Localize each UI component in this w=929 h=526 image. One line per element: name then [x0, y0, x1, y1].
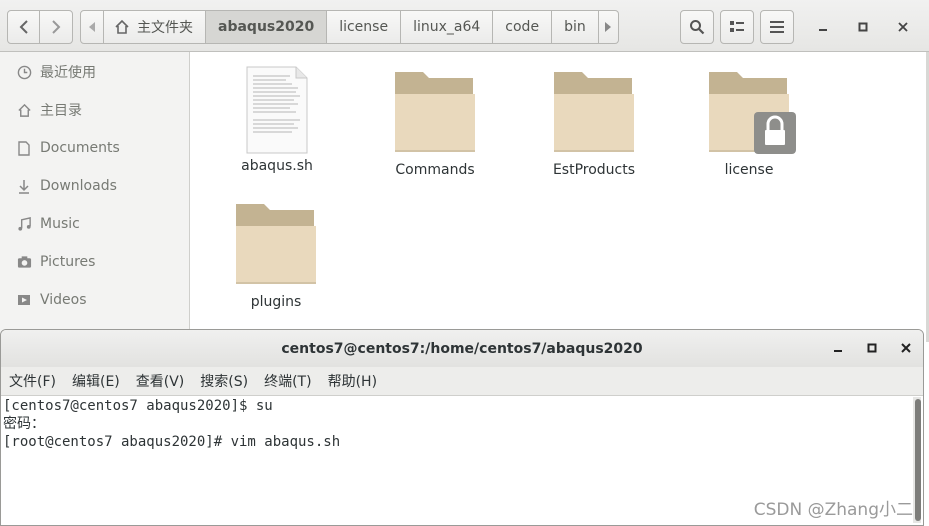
terminal-menubar: 文件(F) 编辑(E) 查看(V) 搜索(S) 终端(T) 帮助(H)	[1, 367, 923, 396]
sidebar-item-label: Documents	[40, 140, 120, 156]
locked-folder-icon	[709, 72, 796, 154]
minimize-button[interactable]	[810, 14, 836, 40]
breadcrumb-label: 主文件夹	[137, 20, 193, 36]
terminal-close-button[interactable]	[894, 336, 918, 360]
file-name: license	[724, 162, 774, 178]
folder-item-locked[interactable]: license	[693, 70, 813, 178]
breadcrumb-label: bin	[564, 19, 586, 35]
sidebar-item-label: Music	[40, 216, 80, 232]
maximize-icon	[867, 343, 877, 353]
music-icon	[16, 216, 32, 232]
terminal-line: [centos7@centos7 abaqus2020]$ su	[3, 398, 273, 414]
menu-terminal[interactable]: 终端(T)	[264, 371, 311, 391]
breadcrumb-label: abaqus2020	[218, 19, 315, 35]
folder-icon	[236, 204, 316, 284]
folder-item[interactable]: EstProducts	[534, 70, 654, 178]
sidebar-item-downloads[interactable]: Downloads	[0, 169, 189, 203]
home-icon	[115, 19, 129, 34]
terminal-scrollbar-thumb[interactable]	[915, 399, 921, 521]
download-icon	[16, 178, 32, 194]
breadcrumb-label: license	[339, 19, 389, 35]
file-item[interactable]: abaqus.sh	[217, 66, 337, 174]
breadcrumb-license[interactable]: license	[327, 10, 402, 44]
minimize-icon	[834, 350, 842, 352]
close-icon	[901, 343, 911, 353]
sidebar-item-label: Videos	[40, 292, 87, 308]
terminal-maximize-button[interactable]	[860, 336, 884, 360]
maximize-button[interactable]	[850, 14, 876, 40]
watermark: CSDN @Zhang小二	[753, 500, 913, 520]
terminal-title: centos7@centos7:/home/centos7/abaqus2020	[281, 340, 643, 357]
folder-item[interactable]: Commands	[375, 70, 495, 178]
view-toggle-button[interactable]	[720, 10, 754, 44]
sidebar-item-pictures[interactable]: Pictures	[0, 245, 189, 279]
maximize-icon	[858, 22, 868, 32]
breadcrumb-label: linux_a64	[413, 19, 481, 35]
breadcrumb-label: code	[505, 19, 540, 35]
minimize-icon	[819, 29, 827, 31]
menu-help[interactable]: 帮助(H)	[328, 371, 377, 391]
video-icon	[16, 292, 32, 308]
file-name: Commands	[395, 162, 475, 178]
sidebar-item-documents[interactable]: Documents	[0, 131, 189, 165]
back-button[interactable]	[7, 10, 40, 44]
sidebar-item-label: Downloads	[40, 178, 117, 194]
hamburger-icon	[770, 21, 784, 33]
close-icon	[898, 22, 908, 32]
folder-item[interactable]: plugins	[216, 202, 336, 310]
chevron-left-icon	[19, 20, 28, 34]
menu-file[interactable]: 文件(F)	[9, 371, 56, 391]
sidebar-item-home[interactable]: 主目录	[0, 93, 189, 127]
sidebar: 最近使用 主目录 Documents Downloads Music Pictu…	[0, 52, 190, 342]
clock-icon	[16, 64, 32, 80]
sidebar-item-label: Pictures	[40, 254, 96, 270]
menu-edit[interactable]: 编辑(E)	[72, 371, 120, 391]
breadcrumb-bin[interactable]: bin	[552, 10, 599, 44]
list-view-icon	[730, 21, 744, 32]
search-button[interactable]	[680, 10, 714, 44]
triangle-left-icon	[89, 22, 95, 32]
breadcrumb-home[interactable]: 主文件夹	[104, 10, 206, 44]
chevron-right-icon	[52, 20, 61, 34]
terminal-minimize-button[interactable]	[826, 336, 850, 360]
terminal-output[interactable]: [centos7@centos7 abaqus2020]$ su 密码： [ro…	[3, 397, 340, 451]
file-name: abaqus.sh	[241, 158, 313, 174]
search-icon	[690, 20, 705, 35]
terminal-line: [root@centos7 abaqus2020]# vim abaqus.sh	[3, 434, 341, 450]
forward-button[interactable]	[39, 10, 73, 44]
files-header-bar: 主文件夹 abaqus2020 license linux_a64 code b…	[0, 0, 929, 52]
folder-icon	[395, 72, 475, 152]
sidebar-item-label: 主目录	[40, 103, 82, 119]
sidebar-item-recent[interactable]: 最近使用	[0, 55, 189, 89]
breadcrumb-scroll-left[interactable]	[80, 10, 104, 44]
breadcrumb-scroll-right[interactable]	[598, 10, 619, 44]
close-button[interactable]	[890, 14, 916, 40]
home-icon	[16, 102, 32, 118]
triangle-right-icon	[605, 22, 612, 32]
breadcrumb-abaqus2020[interactable]: abaqus2020	[206, 10, 328, 44]
terminal-line: 密码：	[3, 416, 45, 432]
document-icon	[16, 140, 32, 156]
file-name: EstProducts	[552, 162, 636, 178]
sidebar-item-videos[interactable]: Videos	[0, 283, 189, 317]
menu-search[interactable]: 搜索(S)	[200, 371, 248, 391]
breadcrumb: 主文件夹 abaqus2020 license linux_a64 code b…	[80, 10, 619, 44]
text-file-icon	[246, 66, 308, 154]
folder-icon	[554, 72, 634, 152]
camera-icon	[16, 254, 32, 270]
menu-view[interactable]: 查看(V)	[136, 371, 185, 391]
terminal-titlebar[interactable]: centos7@centos7:/home/centos7/abaqus2020	[1, 330, 923, 368]
menu-button[interactable]	[760, 10, 794, 44]
sidebar-item-label: 最近使用	[40, 65, 96, 81]
breadcrumb-linux-a64[interactable]: linux_a64	[401, 10, 494, 44]
sidebar-item-music[interactable]: Music	[0, 207, 189, 241]
file-name: plugins	[250, 294, 302, 310]
breadcrumb-code[interactable]: code	[493, 10, 553, 44]
